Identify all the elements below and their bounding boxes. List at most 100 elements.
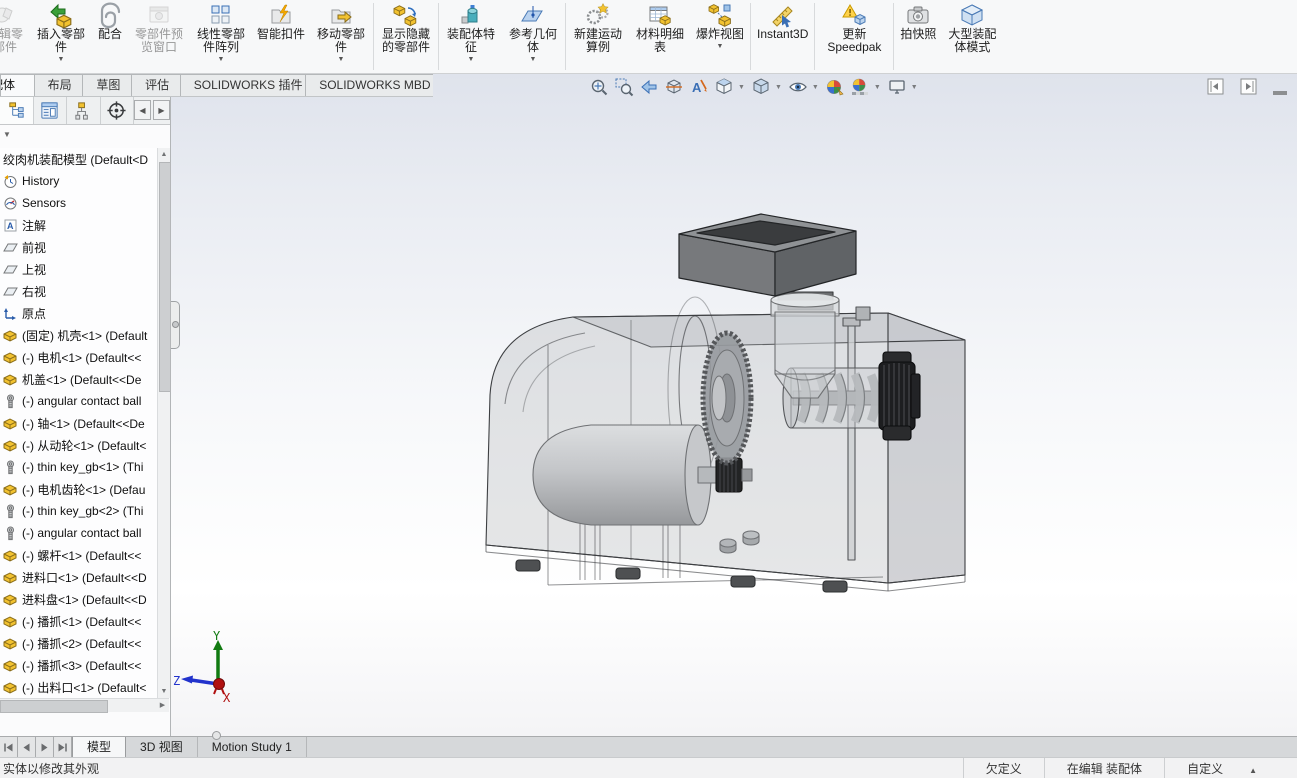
dropdown-caret-icon[interactable]: ▼ bbox=[874, 84, 881, 91]
panel-tab-propertymanager[interactable] bbox=[34, 96, 68, 124]
scroll-right-icon[interactable]: ▶ bbox=[156, 699, 169, 711]
tree-item[interactable]: 前视 bbox=[0, 236, 157, 258]
flyout-featuremanager-arrow-icon[interactable]: ▼ bbox=[3, 130, 11, 139]
tab-scroll-last-icon[interactable] bbox=[54, 737, 72, 758]
tree-item[interactable]: 进料口<1> (Default<<D bbox=[0, 566, 157, 588]
dropdown-caret-icon[interactable]: ▼ bbox=[218, 57, 225, 63]
tree-item[interactable]: 上视 bbox=[0, 258, 157, 280]
toolbar-button-mate[interactable]: 配合 bbox=[92, 0, 128, 73]
tab-草图[interactable]: 草图 bbox=[82, 74, 132, 96]
tree-item[interactable]: History bbox=[0, 170, 157, 192]
headsup-apply-scene-icon[interactable] bbox=[849, 76, 871, 98]
toolbar-button-reference-geometry[interactable]: 参考几何体▼ bbox=[502, 0, 564, 73]
dropdown-caret-icon[interactable]: ▼ bbox=[911, 84, 918, 91]
tree-item[interactable]: (-) angular contact ball bbox=[0, 522, 157, 544]
tree-item[interactable]: (-) 电机齿轮<1> (Defau bbox=[0, 478, 157, 500]
toolbar-button-show-hidden-components[interactable]: 显示隐藏的零部件 bbox=[375, 0, 437, 73]
scroll-up-icon[interactable]: ▲ bbox=[158, 148, 170, 161]
tree-item[interactable]: Sensors bbox=[0, 192, 157, 214]
toolbar-button-assembly-features[interactable]: 装配体特征▼ bbox=[440, 0, 502, 73]
headsup-zoom-to-area-icon[interactable] bbox=[613, 76, 635, 98]
dropdown-caret-icon[interactable]: ▼ bbox=[738, 84, 745, 91]
tab-装配体[interactable]: 装配体 bbox=[0, 74, 35, 96]
panel-tab-configurationmanager[interactable] bbox=[67, 96, 101, 124]
headsup-zoom-to-fit-icon[interactable] bbox=[588, 76, 610, 98]
bottom-tab-3D 视图[interactable]: 3D 视图 bbox=[126, 737, 198, 758]
tree-item[interactable]: A注解 bbox=[0, 214, 157, 236]
expand-pane-right-icon[interactable] bbox=[1240, 78, 1257, 100]
dropdown-caret-icon[interactable]: ▼ bbox=[58, 57, 65, 63]
toolbar-button-smart-fasteners[interactable]: 智能扣件 bbox=[252, 0, 310, 73]
tree-item[interactable]: (-) thin key_gb<1> (Thi bbox=[0, 456, 157, 478]
tree-item[interactable]: (-) 轴<1> (Default<<De bbox=[0, 412, 157, 434]
tree-item[interactable]: (-) thin key_gb<2> (Thi bbox=[0, 500, 157, 522]
status-item[interactable]: 自定义▲ bbox=[1164, 758, 1279, 778]
tree-horizontal-scrollbar[interactable]: ▶ bbox=[0, 698, 169, 712]
headsup-view-orientation-icon[interactable] bbox=[713, 76, 735, 98]
tree-item[interactable]: (-) 电机<1> (Default<< bbox=[0, 346, 157, 368]
headsup-hide-show-items-icon[interactable] bbox=[787, 76, 809, 98]
panel-tab-scroll-left-icon[interactable]: ◀ bbox=[134, 100, 151, 120]
toolbar-button-exploded-view[interactable]: 爆炸视图▼ bbox=[691, 0, 749, 73]
expand-pane-left-icon[interactable] bbox=[1207, 78, 1224, 100]
minimize-icon[interactable] bbox=[1273, 91, 1287, 95]
meat-grinder-assembly-model[interactable] bbox=[171, 74, 1297, 736]
headsup-previous-view-icon[interactable] bbox=[638, 76, 660, 98]
toolbar-button-bill-of-materials[interactable]: 材料明细表 bbox=[629, 0, 691, 73]
tree-root-assembly[interactable]: 绞肉机装配模型 (Default<D bbox=[0, 148, 157, 170]
tree-vertical-scrollbar[interactable]: ▲ ▼ bbox=[157, 148, 170, 698]
headsup-edit-appearance-icon[interactable] bbox=[824, 76, 846, 98]
tree-item[interactable]: 原点 bbox=[0, 302, 157, 324]
tree-item[interactable]: 右视 bbox=[0, 280, 157, 302]
dropdown-caret-icon[interactable]: ▼ bbox=[775, 84, 782, 91]
panel-splitter[interactable] bbox=[171, 301, 180, 349]
toolbar-button-component-preview-window[interactable]: 零部件预览窗口 bbox=[128, 0, 190, 73]
tab-布局[interactable]: 布局 bbox=[34, 74, 84, 96]
bottom-tab-模型[interactable]: 模型 bbox=[72, 737, 126, 758]
headsup-display-style-icon[interactable] bbox=[750, 76, 772, 98]
motionmanager-splitter[interactable] bbox=[212, 731, 221, 740]
dropdown-caret-icon[interactable]: ▼ bbox=[468, 57, 475, 63]
dropdown-caret-icon[interactable]: ▼ bbox=[812, 84, 819, 91]
toolbar-button-large-assembly-mode[interactable]: 大型装配体模式 bbox=[941, 0, 1003, 73]
dropdown-caret-icon[interactable]: ▼ bbox=[338, 57, 345, 63]
tree-item[interactable]: (固定) 机壳<1> (Default bbox=[0, 324, 157, 346]
panel-tab-dimxpertmanager[interactable] bbox=[101, 96, 135, 124]
panel-tab-scroll-right-icon[interactable]: ▶ bbox=[153, 100, 170, 120]
panel-tab-featuremanager-tree[interactable] bbox=[0, 96, 34, 124]
status-expand-icon[interactable]: ▲ bbox=[1249, 766, 1257, 775]
tab-SOLIDWORKS MBD[interactable]: SOLIDWORKS MBD bbox=[305, 74, 433, 96]
dropdown-caret-icon[interactable]: ▼ bbox=[717, 44, 724, 50]
tab-scroll-first-icon[interactable] bbox=[0, 737, 18, 758]
tab-scroll-prev-icon[interactable] bbox=[18, 737, 36, 758]
toolbar-button-update-speedpak[interactable]: 更新 Speedpak bbox=[816, 0, 892, 73]
toolbar-button-insert-component[interactable]: 插入零部件▼ bbox=[30, 0, 92, 73]
toolbar-button-move-component[interactable]: 移动零部件▼ bbox=[310, 0, 372, 73]
vscroll-thumb[interactable] bbox=[159, 162, 171, 392]
dropdown-caret-icon[interactable]: ▼ bbox=[530, 57, 537, 63]
toolbar-button-edit-component[interactable]: 编辑零部件 bbox=[0, 0, 30, 73]
tree-item[interactable]: (-) 出料口<1> (Default< bbox=[0, 676, 157, 698]
headsup-section-view-icon[interactable] bbox=[663, 76, 685, 98]
bottom-tab-Motion Study 1[interactable]: Motion Study 1 bbox=[198, 737, 307, 758]
tree-item[interactable]: 进料盘<1> (Default<<D bbox=[0, 588, 157, 610]
headsup-dynamic-annotation-views-icon[interactable]: A bbox=[688, 76, 710, 98]
tab-评估[interactable]: 评估 bbox=[131, 74, 181, 96]
tree-item[interactable]: (-) 播抓<2> (Default<< bbox=[0, 632, 157, 654]
toolbar-button-linear-component-pattern[interactable]: 线性零部件阵列▼ bbox=[190, 0, 252, 73]
tree-item[interactable]: (-) angular contact ball bbox=[0, 390, 157, 412]
toolbar-button-take-snapshot[interactable]: 拍快照 bbox=[895, 0, 941, 73]
hscroll-thumb[interactable] bbox=[0, 700, 108, 713]
headsup-view-settings-icon[interactable] bbox=[886, 76, 908, 98]
toolbar-button-instant3d[interactable]: Instant3D bbox=[752, 0, 813, 73]
tree-item[interactable]: (-) 从动轮<1> (Default< bbox=[0, 434, 157, 456]
toolbar-button-new-motion-study[interactable]: 新建运动算例 bbox=[567, 0, 629, 73]
tab-scroll-next-icon[interactable] bbox=[36, 737, 54, 758]
tab-SOLIDWORKS 插件[interactable]: SOLIDWORKS 插件 bbox=[180, 74, 306, 96]
tree-item[interactable]: 机盖<1> (Default<<De bbox=[0, 368, 157, 390]
tree-item[interactable]: (-) 播抓<1> (Default<< bbox=[0, 610, 157, 632]
scroll-down-icon[interactable]: ▼ bbox=[158, 685, 170, 698]
tree-item[interactable]: (-) 播抓<3> (Default<< bbox=[0, 654, 157, 676]
tree-item[interactable]: (-) 螺杆<1> (Default<< bbox=[0, 544, 157, 566]
graphics-viewport[interactable]: A▼▼▼▼▼ Y Z X bbox=[171, 74, 1297, 736]
